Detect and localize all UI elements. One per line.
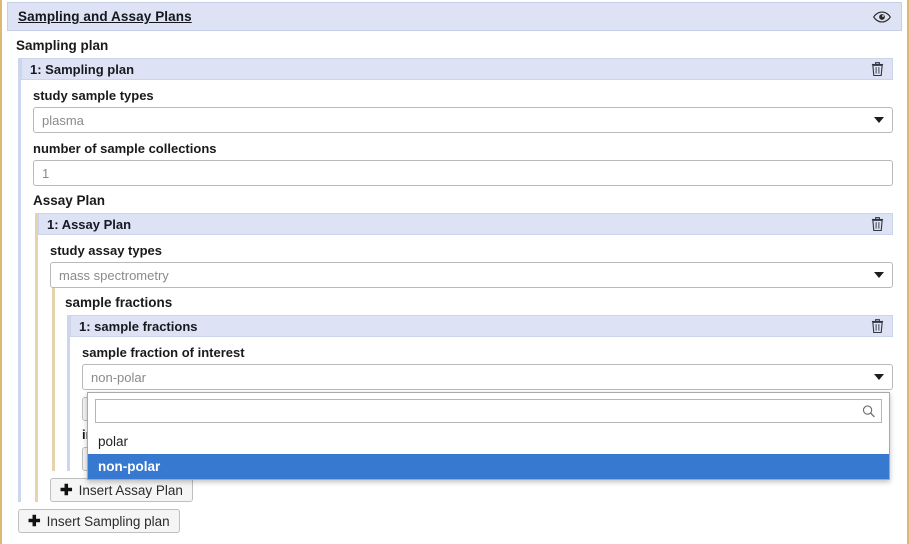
- sample-fractions-group-label: sample fractions: [65, 295, 173, 310]
- assay-plan-item-header: 1: Assay Plan: [38, 213, 893, 235]
- insert-assay-plan-button[interactable]: ✚ Insert Assay Plan: [50, 478, 193, 502]
- sampling-plan-item-index: 1: Sampling plan: [30, 61, 135, 77]
- dropdown-option-polar[interactable]: polar: [88, 429, 889, 454]
- study-assay-types-label: study assay types: [50, 243, 163, 258]
- plus-icon: ✚: [28, 512, 41, 530]
- chevron-down-icon: [874, 272, 884, 278]
- insert-sampling-plan-label: Insert Sampling plan: [46, 513, 170, 529]
- sample-fraction-of-interest-select[interactable]: non-polar: [82, 364, 893, 390]
- search-input[interactable]: [96, 400, 881, 422]
- assay-plan-group-label: Assay Plan: [33, 193, 106, 208]
- number-of-sample-collections-input[interactable]: 1: [33, 160, 893, 186]
- insert-sampling-plan-button[interactable]: ✚ Insert Sampling plan: [18, 509, 180, 533]
- study-assay-types-select[interactable]: mass spectrometry: [50, 262, 893, 288]
- sampling-plan-item-header: 1: Sampling plan: [21, 58, 893, 80]
- trash-icon[interactable]: [871, 217, 884, 232]
- page-title: Sampling and Assay Plans: [18, 9, 192, 24]
- chevron-down-icon: [874, 374, 884, 380]
- number-of-sample-collections-label: number of sample collections: [33, 141, 217, 156]
- sample-fractions-item-header: 1: sample fractions: [70, 315, 893, 337]
- study-assay-types-value: mass spectrometry: [59, 267, 169, 283]
- number-of-sample-collections-value: 1: [42, 165, 50, 181]
- trash-icon[interactable]: [871, 319, 884, 334]
- eye-icon[interactable]: [873, 10, 891, 23]
- chevron-down-icon: [874, 117, 884, 123]
- plus-icon: ✚: [60, 481, 73, 499]
- sampling-assay-plans-panel: Sampling and Assay Plans Sampling plan 1…: [0, 0, 909, 544]
- study-sample-types-select[interactable]: plasma: [33, 107, 893, 133]
- dropdown-option-label: polar: [98, 434, 129, 449]
- dropdown-search-wrapper: [95, 399, 882, 423]
- panel-title-bar: Sampling and Assay Plans: [7, 2, 902, 31]
- study-sample-types-value: plasma: [42, 112, 84, 128]
- trash-icon[interactable]: [871, 62, 884, 77]
- study-sample-types-label: study sample types: [33, 88, 154, 103]
- sampling-plan-group-label: Sampling plan: [16, 38, 109, 53]
- sample-fraction-of-interest-value: non-polar: [91, 369, 146, 385]
- sample-fraction-dropdown[interactable]: polar non-polar: [87, 392, 890, 480]
- sample-fraction-of-interest-label: sample fraction of interest: [82, 345, 245, 360]
- dropdown-option-label: non-polar: [98, 459, 161, 474]
- dropdown-option-non-polar[interactable]: non-polar: [88, 454, 889, 479]
- insert-sampling-plan-row: ✚ Insert Sampling plan: [16, 502, 907, 533]
- search-icon: [862, 405, 875, 418]
- insert-assay-plan-label: Insert Assay Plan: [78, 482, 183, 498]
- assay-plan-item-index: 1: Assay Plan: [47, 216, 132, 232]
- sample-fractions-item-index: 1: sample fractions: [79, 318, 198, 334]
